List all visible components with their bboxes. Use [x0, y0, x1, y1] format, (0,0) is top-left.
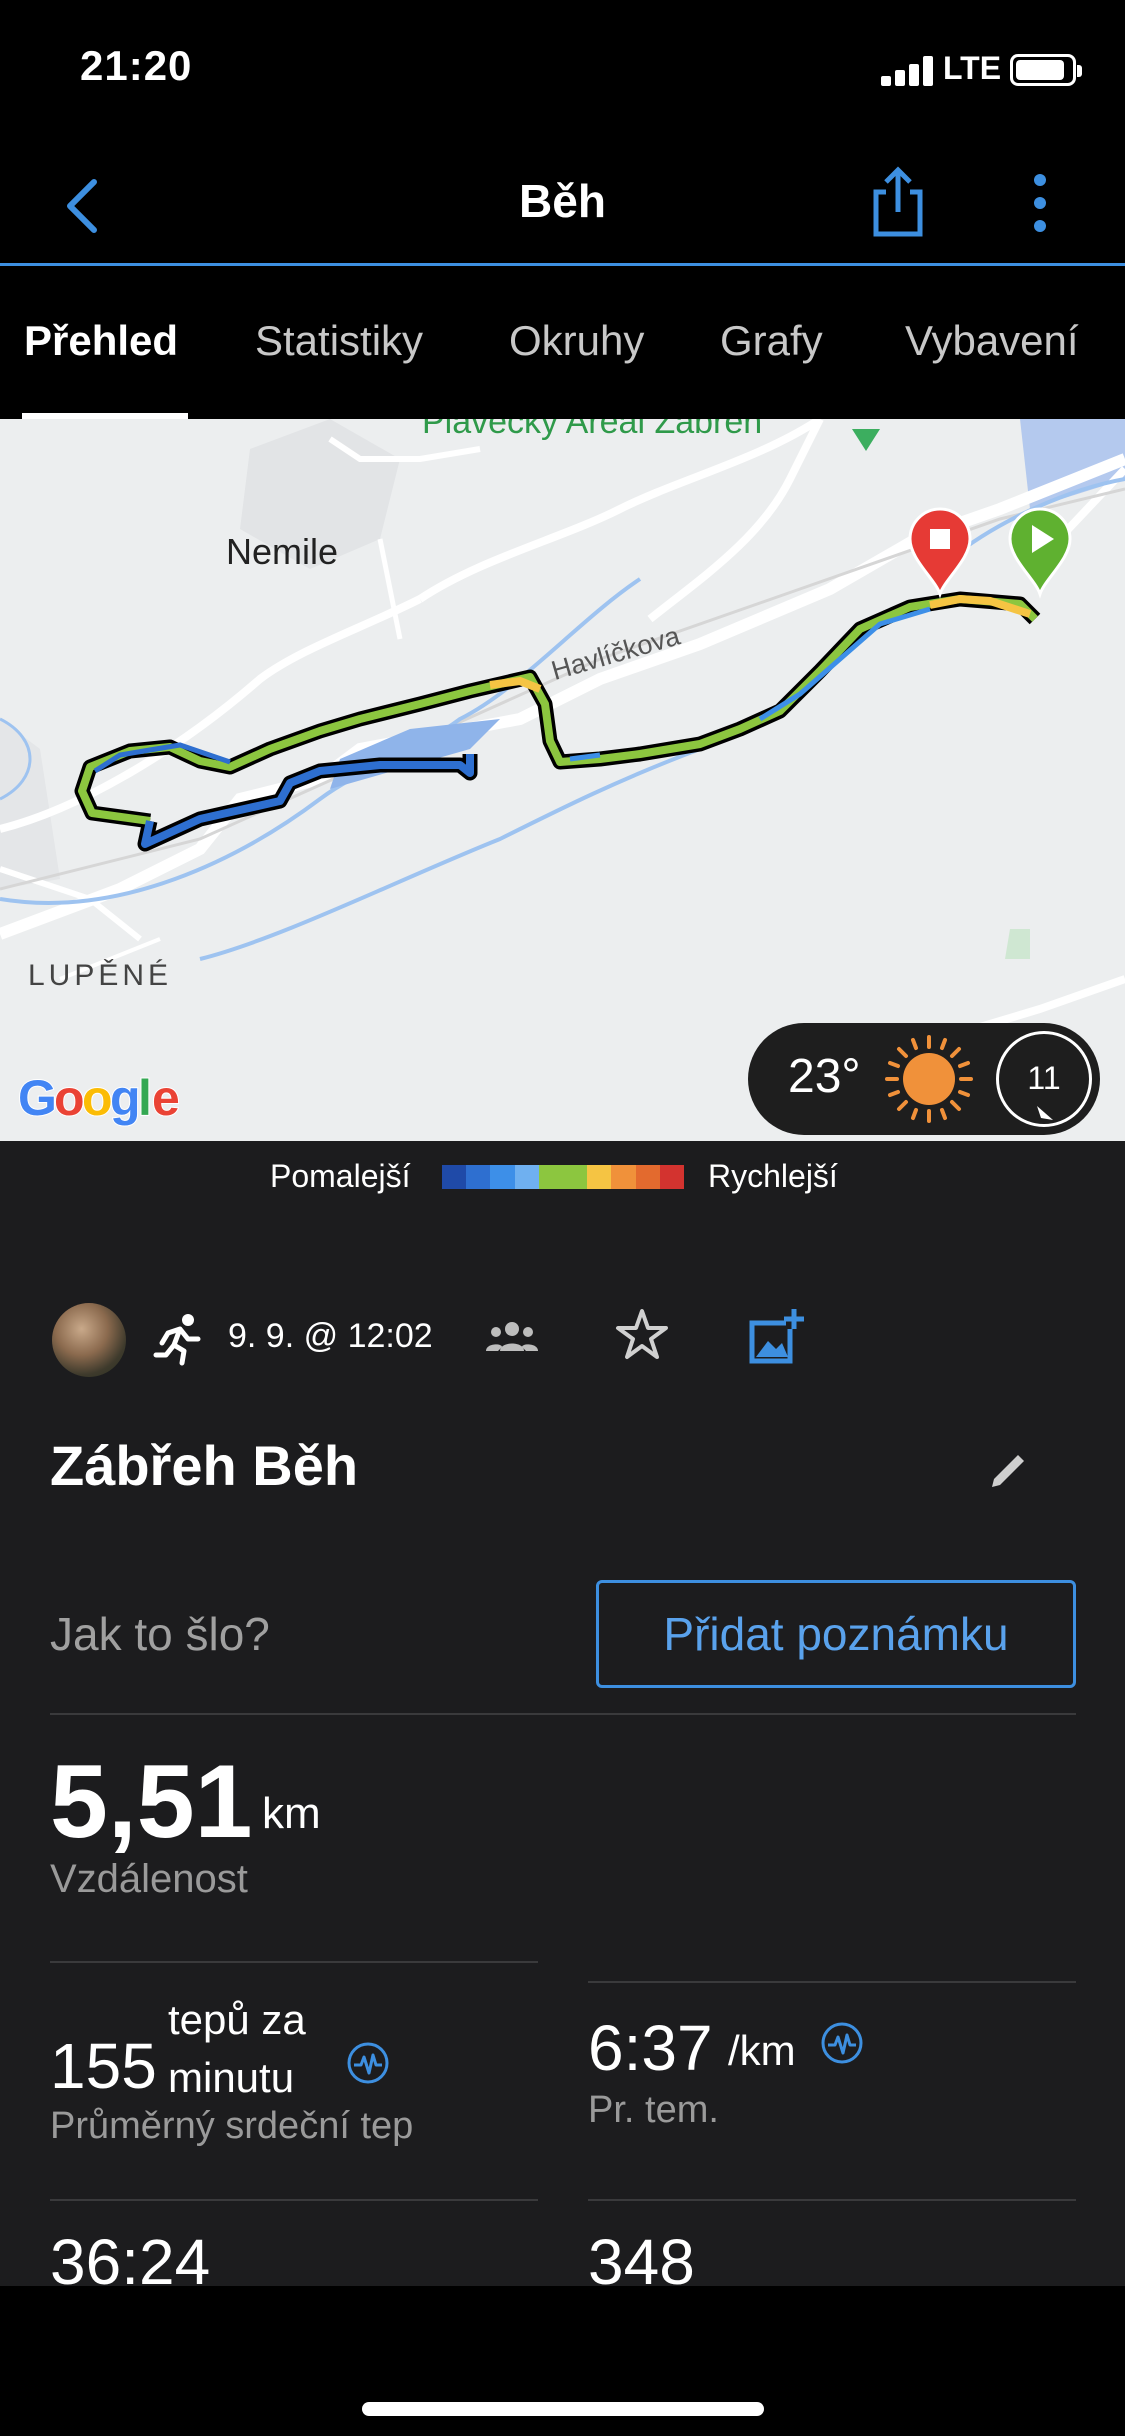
signal-icon [881, 56, 937, 86]
running-icon [153, 1314, 201, 1366]
legend-color-swatch [635, 1165, 660, 1189]
svg-text:o: o [82, 1070, 113, 1126]
pace-legend: Pomalejší Rychlejší [0, 1141, 1125, 1211]
pace-info-icon[interactable] [820, 2021, 864, 2065]
legend-color-swatch [563, 1165, 588, 1189]
page-title: Běh [519, 175, 606, 227]
sun-icon [885, 1035, 973, 1123]
heart-rate-value: 155 [50, 2030, 157, 2102]
edit-icon[interactable] [986, 1447, 1032, 1493]
distance-value: 5,51 [50, 1744, 253, 1860]
legend-slower-label: Pomalejší [270, 1158, 411, 1194]
divider [588, 1981, 1076, 1983]
map-label-pool: Plavecký Areál Zábřeh [422, 419, 763, 441]
heart-rate-unit-line2: minutu [168, 2054, 295, 2101]
tab-okruhy[interactable]: Okruhy [509, 317, 644, 365]
star-icon[interactable] [614, 1307, 670, 1363]
heart-rate-info-icon[interactable] [346, 2041, 390, 2085]
avatar[interactable] [52, 1303, 126, 1377]
share-icon [873, 166, 923, 237]
tab-prehled[interactable]: Přehled [24, 317, 178, 365]
wind-direction-icon [1037, 1106, 1053, 1120]
home-area [0, 2286, 1125, 2436]
legend-color-swatch [538, 1165, 564, 1189]
svg-text:g: g [110, 1070, 141, 1126]
legend-color-swatch [611, 1165, 636, 1189]
distance-unit: km [262, 1789, 321, 1838]
divider [50, 1713, 1076, 1715]
legend-color-swatch [587, 1165, 612, 1189]
wind-speed: 11 [1027, 1060, 1061, 1096]
home-indicator[interactable] [362, 2402, 764, 2416]
legend-color-swatch [514, 1165, 539, 1189]
legend-faster-label: Rychlejší [708, 1158, 838, 1194]
map-label-lupene: LUPĚNÉ [28, 959, 173, 992]
add-note-button[interactable]: Přidat poznámku [596, 1580, 1076, 1688]
legend-color-swatch [659, 1165, 685, 1189]
group-icon [486, 1322, 538, 1351]
activity-date: 9. 9. @ 12:02 [228, 1317, 433, 1355]
tab-statistiky[interactable]: Statistiky [255, 317, 423, 365]
finish-marker [908, 507, 972, 599]
legend-color-scale [442, 1165, 685, 1189]
battery-icon [1010, 54, 1082, 86]
back-button[interactable] [58, 176, 108, 236]
more-vertical-icon [1034, 174, 1046, 232]
share-button[interactable] [868, 164, 928, 238]
note-prompt: Jak to šlo? [50, 1608, 270, 1660]
legend-color-swatch [442, 1165, 467, 1189]
temperature: 23° [788, 1050, 861, 1103]
activity-card: 9. 9. @ 12:02 Zábřeh Běh Jak to šlo? Při… [0, 1211, 1125, 2298]
svg-text:e: e [152, 1070, 180, 1126]
tab-vybaveni[interactable]: Vybavení [905, 317, 1079, 365]
legend-color-swatch [490, 1165, 515, 1189]
add-photo-icon[interactable] [746, 1307, 806, 1367]
svg-text:o: o [54, 1070, 85, 1126]
heart-rate-unit: tepů za minutu [168, 1991, 306, 2107]
distance-label: Vzdálenost [50, 1857, 248, 1901]
tab-bar: Přehled Statistiky Okruhy Grafy Vybavení [0, 269, 1125, 419]
activity-name: Zábřeh Běh [50, 1434, 359, 1497]
heart-rate-unit-line1: tepů za [168, 1996, 306, 2043]
pace-label: Pr. tem. [588, 2089, 719, 2131]
map-label-nemile: Nemile [226, 531, 339, 572]
legend-color-swatch [466, 1165, 491, 1189]
divider [50, 2199, 538, 2201]
wind-indicator: 11 [996, 1031, 1092, 1127]
weather-badge: 23° 11 [748, 1023, 1100, 1135]
network-label: LTE [943, 50, 1002, 86]
pace-unit: /km [728, 2027, 796, 2074]
tab-grafy[interactable]: Grafy [720, 317, 823, 365]
pace-value: 6:37 [588, 2012, 713, 2084]
google-logo: G o o g l e [17, 1069, 181, 1127]
heart-rate-label: Průměrný srdeční tep [50, 2105, 414, 2147]
divider [588, 2199, 1076, 2201]
chevron-left-icon [67, 179, 97, 233]
status-time: 21:20 [80, 42, 193, 89]
divider [50, 1961, 538, 1963]
more-button[interactable] [1025, 170, 1055, 236]
app-header: Běh [0, 140, 1125, 266]
svg-text:l: l [138, 1070, 152, 1126]
svg-text:G: G [18, 1070, 57, 1126]
start-marker [1008, 507, 1072, 599]
status-bar: 21:20 LTE [0, 0, 1125, 140]
